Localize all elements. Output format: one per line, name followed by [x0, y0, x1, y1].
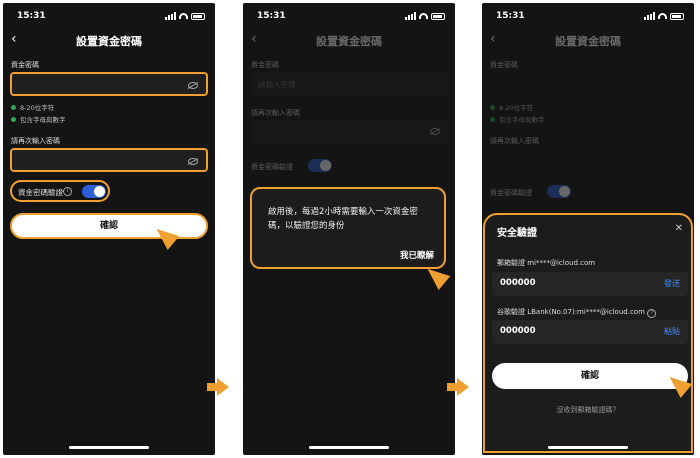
sheet-title: 安全驗證 — [497, 228, 537, 239]
page-title: 設置資金密碼 — [316, 35, 382, 48]
home-indicator — [309, 446, 389, 449]
verify-toggle[interactable] — [308, 159, 332, 172]
battery-icon — [191, 12, 205, 20]
dialog-ok-button[interactable]: 我已瞭解 — [400, 249, 434, 261]
google-verify-label: 谷歌驗證 LBank(No.07):mi****@icloud.com ? — [497, 307, 657, 318]
status-time: 15:31 — [257, 11, 286, 21]
email-code-value: 000000 — [500, 278, 536, 288]
dialog-message: 啟用後，每過2小時需要輸入一次資金密碼，以驗證您的身份 — [268, 207, 418, 231]
email-code-input[interactable]: 000000 發送 — [492, 272, 688, 296]
info-icon[interactable]: ? — [647, 309, 657, 318]
phone-screen-2: 15:31 ‹ 設置資金密碼 資金密碼 請輸入密碼 請再次輸入密碼 資金密碼驗證… — [243, 3, 455, 455]
fund-password-input[interactable] — [10, 72, 208, 96]
rule-alnum: 包含字母與數字 — [11, 114, 66, 124]
verify-toggle[interactable] — [547, 185, 571, 198]
phone-screen-1: 15:31 ‹ 設置資金密碼 資金密碼 8-20位字符 包含字母與數字 請再次輸… — [3, 3, 215, 455]
wifi-icon — [419, 13, 428, 19]
step-arrow-icon — [447, 378, 469, 396]
repeat-password-label: 請再次輸入密碼 — [11, 137, 60, 145]
security-verification-sheet: 安全驗證 ✕ 郵箱驗證 mi****@icloud.com 000000 發送 … — [483, 213, 693, 453]
sheet-confirm-button[interactable]: 確認 — [492, 363, 688, 389]
check-dot-icon — [490, 116, 495, 122]
eye-hidden-icon[interactable] — [430, 128, 440, 135]
verify-label: 資金密碼驗證 — [251, 163, 293, 171]
home-indicator — [548, 446, 628, 449]
rule-length: 8-20位字符 — [490, 102, 533, 112]
cellular-signal-icon — [644, 12, 655, 20]
status-time: 15:31 — [496, 11, 525, 21]
wifi-icon — [658, 13, 667, 19]
eye-hidden-icon[interactable] — [188, 158, 198, 165]
status-bar: 15:31 — [257, 11, 445, 25]
verify-info-dialog: 啟用後，每過2小時需要輸入一次資金密碼，以驗證您的身份 我已瞭解 — [250, 187, 446, 269]
info-icon[interactable]: i — [63, 187, 72, 196]
verify-label: 資金密碼驗證 — [18, 188, 63, 197]
fund-password-placeholder: 請輸入密碼 — [258, 80, 296, 89]
fund-password-label: 資金密碼 — [11, 61, 39, 69]
repeat-password-label: 請再次輸入密碼 — [490, 137, 539, 145]
check-dot-icon — [11, 104, 16, 110]
check-dot-icon — [490, 104, 495, 110]
nav-header: ‹ 設置資金密碼 — [3, 31, 215, 53]
page-title: 設置資金密碼 — [555, 35, 621, 48]
home-indicator — [69, 446, 149, 449]
repeat-password-label: 請再次輸入密碼 — [251, 109, 300, 117]
rule-length: 8-20位字符 — [11, 102, 54, 112]
fund-password-label: 資金密碼 — [251, 61, 279, 69]
cellular-signal-icon — [165, 12, 176, 20]
check-dot-icon — [11, 116, 16, 122]
fund-password-label: 資金密碼 — [490, 61, 518, 69]
phone-screen-3: 15:31 ‹ 設置資金密碼 資金密碼 8-20位字符 包含字母與數字 請再次輸… — [482, 3, 694, 455]
resend-email-link[interactable]: 沒收到郵箱驗證碼？ — [485, 405, 691, 415]
repeat-password-input[interactable] — [10, 148, 208, 172]
paste-button[interactable]: 粘貼 — [664, 326, 680, 337]
cellular-signal-icon — [405, 12, 416, 20]
battery-icon — [670, 12, 684, 20]
battery-icon — [431, 12, 445, 20]
verify-toggle[interactable] — [82, 185, 106, 198]
verify-label: 資金密碼驗證 — [490, 189, 532, 197]
email-verify-label: 郵箱驗證 mi****@icloud.com — [497, 259, 596, 267]
eye-hidden-icon[interactable] — [188, 82, 198, 89]
status-bar: 15:31 — [17, 11, 205, 25]
status-bar: 15:31 — [496, 11, 684, 25]
page-title: 設置資金密碼 — [76, 35, 142, 48]
google-code-input[interactable]: 000000 粘貼 — [492, 320, 688, 344]
rule-alnum: 包含字母與數字 — [490, 114, 545, 124]
google-code-value: 000000 — [500, 326, 536, 336]
repeat-password-input[interactable] — [250, 120, 448, 144]
status-time: 15:31 — [17, 11, 46, 21]
step-arrow-icon — [207, 378, 229, 396]
fund-password-verify-row: 資金密碼驗證 i — [10, 180, 110, 202]
wifi-icon — [179, 13, 188, 19]
fund-password-input[interactable]: 請輸入密碼 — [250, 72, 448, 96]
close-icon[interactable]: ✕ — [675, 223, 683, 234]
send-code-button[interactable]: 發送 — [664, 278, 680, 289]
